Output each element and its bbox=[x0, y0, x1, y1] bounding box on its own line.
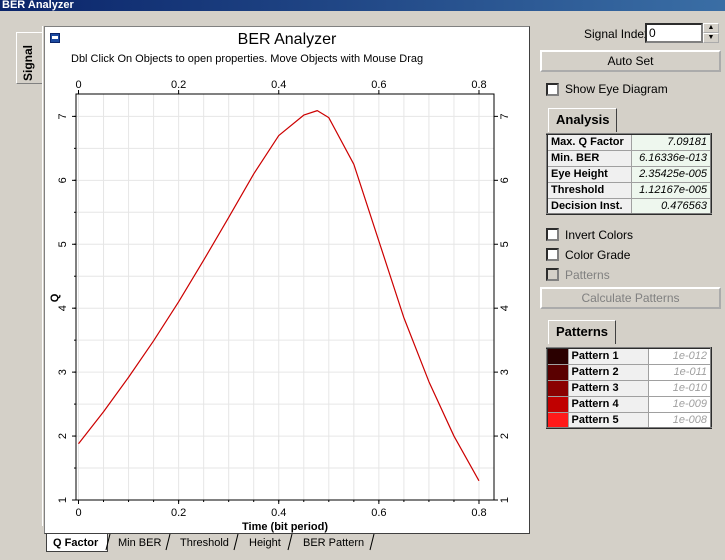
pattern-value: 1e-011 bbox=[648, 363, 712, 381]
up-arrow-icon: ▲ bbox=[707, 24, 715, 31]
analysis-value: 1.12167e-005 bbox=[631, 181, 712, 199]
pattern-row[interactable]: Pattern 3 1e-010 bbox=[546, 379, 712, 397]
tab-signal[interactable]: Signal bbox=[16, 32, 42, 84]
pattern-value: 1e-008 bbox=[648, 411, 712, 429]
spin-up-button[interactable]: ▲ bbox=[703, 23, 719, 33]
analysis-row: Decision Inst. 0.476563 bbox=[546, 197, 712, 215]
calculate-patterns-button: Calculate Patterns bbox=[540, 287, 721, 309]
plot-panel[interactable]: BER Analyzer Dbl Click On Objects to ope… bbox=[44, 26, 530, 534]
tab-analysis[interactable]: Analysis bbox=[548, 108, 618, 132]
analysis-key: Max. Q Factor bbox=[546, 133, 633, 151]
analysis-table: Max. Q Factor 7.09181 Min. BER 6.16336e-013… bbox=[546, 133, 712, 215]
pattern-name: Pattern 1 bbox=[567, 347, 650, 365]
tab-separators bbox=[105, 534, 375, 551]
pattern-row[interactable]: Pattern 5 1e-008 bbox=[546, 411, 712, 429]
analysis-value: 2.35425e-005 bbox=[631, 165, 712, 183]
spin-down-button[interactable]: ▼ bbox=[703, 33, 719, 43]
chart-title: BER Analyzer bbox=[237, 31, 337, 48]
pattern-row[interactable]: Pattern 2 1e-011 bbox=[546, 363, 712, 381]
auto-set-button[interactable]: Auto Set bbox=[540, 50, 721, 72]
down-arrow-icon: ▼ bbox=[707, 34, 715, 41]
analysis-value: 7.09181 bbox=[631, 133, 712, 151]
pattern-color-swatch[interactable] bbox=[546, 411, 569, 429]
window-titlebar: BER Analyzer bbox=[0, 0, 725, 11]
patterns-checkbox bbox=[546, 268, 559, 281]
analysis-key: Decision Inst. bbox=[546, 197, 633, 215]
chart-instructions: Dbl Click On Objects to open properties.… bbox=[71, 53, 424, 65]
pattern-name: Pattern 3 bbox=[567, 379, 650, 397]
pattern-name: Pattern 4 bbox=[567, 395, 650, 413]
patterns-table: Pattern 1 1e-012 Pattern 2 1e-011 Pattern 31… bbox=[546, 347, 712, 429]
show-eye-checkbox[interactable] bbox=[546, 83, 559, 96]
invert-colors-label: Invert Colors bbox=[565, 228, 634, 242]
pattern-value: 1e-009 bbox=[648, 395, 712, 413]
pattern-value: 1e-012 bbox=[648, 347, 712, 365]
tab-signal-label: Signal bbox=[21, 44, 35, 81]
pattern-color-swatch[interactable] bbox=[546, 395, 569, 413]
pattern-color-swatch[interactable] bbox=[546, 379, 569, 397]
color-grade-label: Color Grade bbox=[565, 248, 631, 262]
show-eye-label: Show Eye Diagram bbox=[565, 82, 668, 96]
tab-patterns[interactable]: Patterns bbox=[548, 320, 617, 344]
analysis-value: 6.16336e-013 bbox=[631, 149, 712, 167]
window-title: BER Analyzer bbox=[2, 0, 74, 11]
pattern-name: Pattern 2 bbox=[567, 363, 650, 381]
pattern-name: Pattern 5 bbox=[567, 411, 650, 429]
patterns-label: Patterns bbox=[565, 268, 610, 282]
tab-divider bbox=[42, 26, 43, 526]
pattern-row[interactable]: Pattern 1 1e-012 bbox=[546, 347, 712, 365]
analysis-key: Min. BER bbox=[546, 149, 633, 167]
pattern-value: 1e-010 bbox=[648, 379, 712, 397]
analysis-row: Eye Height 2.35425e-005 bbox=[546, 165, 712, 183]
pattern-color-swatch[interactable] bbox=[546, 347, 569, 365]
analysis-row: Threshold 1.12167e-005 bbox=[546, 181, 712, 199]
analysis-key: Eye Height bbox=[546, 165, 633, 183]
signal-index-label: Signal Index: bbox=[584, 27, 654, 41]
analysis-value: 0.476563 bbox=[631, 197, 712, 215]
analysis-key: Threshold bbox=[546, 181, 633, 199]
pattern-row[interactable]: Pattern 4 1e-009 bbox=[546, 395, 712, 413]
signal-index-input[interactable] bbox=[645, 23, 703, 43]
analysis-row: Max. Q Factor 7.09181 bbox=[546, 133, 712, 151]
analysis-row: Min. BER 6.16336e-013 bbox=[546, 149, 712, 167]
invert-colors-checkbox[interactable] bbox=[546, 228, 559, 241]
color-grade-checkbox[interactable] bbox=[546, 248, 559, 261]
pattern-color-swatch[interactable] bbox=[546, 363, 569, 381]
